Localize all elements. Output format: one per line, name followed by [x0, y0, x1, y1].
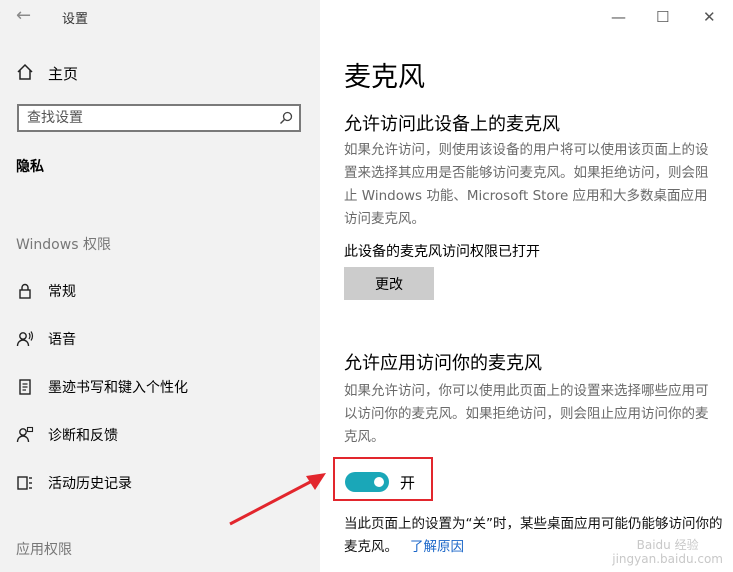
- sidebar-item-speech[interactable]: 语音: [16, 328, 306, 352]
- arrow-left-icon: ←: [16, 5, 32, 26]
- app-access-description: 如果允许访问，你可以使用此页面上的设置来选择哪些应用可以访问你的麦克风。如果拒绝…: [344, 383, 709, 445]
- home-link[interactable]: 主页: [48, 63, 78, 84]
- device-access-description: 如果允许访问，则使用该设备的用户将可以使用该页面上的设置来选择其应用是否能够访问…: [344, 142, 709, 227]
- home-icon: [17, 63, 33, 80]
- search-icon[interactable]: [279, 111, 293, 125]
- app-access-heading: 允许应用访问你的麦克风: [344, 353, 542, 374]
- sidebar-item-label: 活动历史记录: [48, 476, 132, 492]
- speech-icon: [16, 331, 34, 347]
- lock-icon: [19, 283, 31, 299]
- change-button[interactable]: 更改: [344, 267, 434, 300]
- section-app-permissions: 应用权限: [16, 542, 72, 558]
- watermark-line2: jingyan.baidu.com: [612, 552, 723, 566]
- sidebar-item-diagnostics[interactable]: 诊断和反馈: [16, 424, 306, 448]
- device-access-heading: 允许访问此设备上的麦克风: [344, 114, 560, 135]
- annotation-highlight-box: [333, 457, 433, 501]
- ink-icon: [19, 379, 31, 395]
- sidebar-item-label: 语音: [48, 332, 76, 348]
- watermark-line1: Baidu 经验: [636, 538, 699, 552]
- page-title: 麦克风: [344, 62, 425, 93]
- search-input[interactable]: [27, 109, 267, 127]
- close-button[interactable]: ✕: [703, 8, 716, 26]
- back-button[interactable]: ←: [16, 4, 31, 28]
- watermark: Baidu 经验 jingyan.baidu.com: [612, 538, 723, 566]
- sidebar-item-label: 常规: [48, 284, 76, 300]
- sidebar-item-inking[interactable]: 墨迹书写和键入个性化: [16, 376, 306, 400]
- feedback-icon: [16, 426, 34, 443]
- sidebar-item-general[interactable]: 常规: [16, 280, 306, 304]
- sidebar-item-label: 诊断和反馈: [48, 428, 118, 444]
- sidebar-item-label: 墨迹书写和键入个性化: [48, 380, 188, 396]
- learn-why-link[interactable]: 了解原因: [410, 539, 464, 555]
- category-title: 隐私: [16, 159, 44, 175]
- search-box[interactable]: [17, 104, 301, 132]
- section-windows-permissions: Windows 权限: [16, 237, 111, 253]
- app-title: 设置: [62, 12, 89, 27]
- annotation-arrow: [229, 473, 326, 526]
- maximize-button[interactable]: ☐: [656, 8, 669, 26]
- activity-history-icon: [17, 476, 32, 490]
- minimize-button[interactable]: —: [611, 8, 626, 26]
- device-access-status: 此设备的麦克风访问权限已打开: [344, 244, 540, 260]
